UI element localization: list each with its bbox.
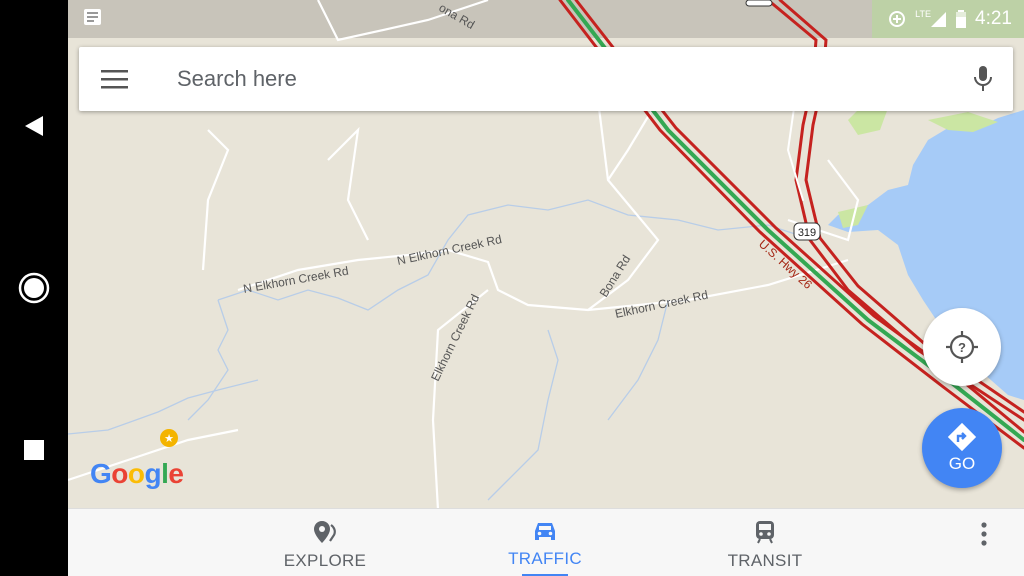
tab-explore[interactable]: EXPLORE xyxy=(240,509,410,576)
more-options-icon[interactable] xyxy=(980,521,988,547)
home-button[interactable] xyxy=(0,270,68,306)
recents-button[interactable] xyxy=(0,438,68,462)
location-unknown-icon: ? xyxy=(946,331,978,363)
directions-icon xyxy=(947,422,977,452)
my-location-button[interactable]: ? xyxy=(923,308,1001,386)
status-bar: LTE 4:21 xyxy=(872,0,1024,38)
system-nav-bar xyxy=(0,0,68,576)
search-input[interactable] xyxy=(177,47,937,111)
train-icon xyxy=(756,521,774,544)
recents-icon xyxy=(24,440,44,460)
star-icon: ★ xyxy=(164,432,174,445)
go-label: GO xyxy=(948,454,976,473)
clock: 4:21 xyxy=(975,8,1012,29)
tab-transit[interactable]: TRANSIT xyxy=(680,509,850,576)
bottom-navigation: EXPLORE TRAFFIC TRANSIT xyxy=(68,508,1024,576)
explore-pin-icon xyxy=(314,521,336,543)
svg-text:?: ? xyxy=(958,340,966,355)
road-label: N Elkhorn Creek Rd xyxy=(242,264,350,296)
news-icon[interactable] xyxy=(82,6,104,28)
tab-label: EXPLORE xyxy=(283,551,367,570)
road-label: Bona Rd xyxy=(597,253,634,300)
search-bar[interactable] xyxy=(79,47,1013,111)
google-logo: Google xyxy=(90,458,184,489)
signal-icon xyxy=(931,12,947,27)
go-button[interactable]: GO xyxy=(922,408,1002,488)
back-icon xyxy=(25,116,43,136)
tab-label: TRANSIT xyxy=(727,551,803,570)
shield-label: 319 xyxy=(798,227,816,239)
tab-label: TRAFFIC xyxy=(508,549,582,568)
back-button[interactable] xyxy=(0,110,68,142)
home-icon xyxy=(18,272,50,304)
microphone-icon[interactable] xyxy=(973,65,993,93)
road-label: Elkhorn Creek Rd xyxy=(614,288,710,321)
road-label: Elkhorn Creek Rd xyxy=(428,292,482,383)
battery-icon xyxy=(956,10,967,28)
tab-traffic[interactable]: TRAFFIC xyxy=(460,509,630,576)
data-saver-icon xyxy=(889,11,906,27)
car-icon xyxy=(535,523,555,540)
menu-icon[interactable] xyxy=(101,67,129,91)
